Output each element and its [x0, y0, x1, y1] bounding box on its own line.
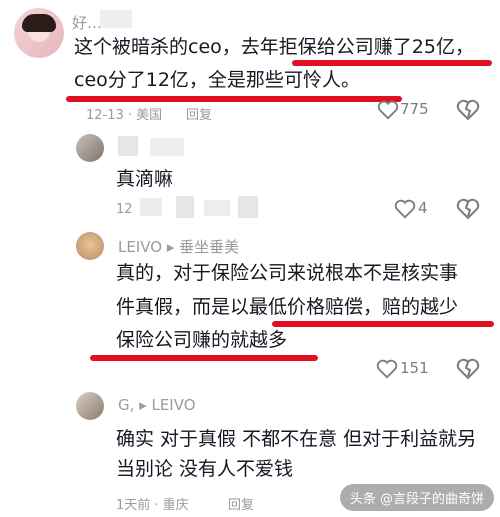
dislike-icon[interactable] — [456, 358, 480, 380]
username-blur — [150, 138, 184, 156]
heart-icon[interactable] — [377, 100, 399, 120]
comment-text-line: 这个被暗杀的ceo，去年拒保给公司赚了25亿， — [74, 36, 474, 58]
heart-icon[interactable] — [394, 199, 416, 219]
avatar[interactable] — [76, 134, 104, 162]
watermark-text: 头条 @言段子的曲奇饼 — [349, 492, 484, 507]
comment-meta: 1天前 · 重庆 — [116, 498, 189, 513]
highlight-underline — [90, 355, 318, 361]
avatar[interactable] — [76, 232, 104, 260]
comment-meta: 12 — [116, 202, 133, 217]
highlight-underline — [292, 60, 492, 66]
like-count: 4 — [418, 199, 428, 217]
comment-text-line: 真滴嘛 — [116, 168, 174, 190]
meta-blur — [204, 200, 230, 216]
like-count: 775 — [400, 100, 429, 118]
comment-username[interactable]: LEIVO ▸ 垂坐垂美 — [118, 236, 239, 257]
highlight-underline — [272, 321, 494, 327]
dislike-icon[interactable] — [456, 99, 480, 121]
reply-button[interactable]: 回复 — [228, 494, 254, 513]
dislike-icon[interactable] — [456, 198, 480, 220]
comment-text-line: 确实 对于真假 不都不在意 但对于利益就另 — [116, 428, 477, 450]
username-blur — [100, 10, 132, 28]
meta-blur — [176, 196, 194, 218]
comment-text-line: 当别论 没有人不爱钱 — [116, 458, 294, 480]
highlight-underline — [66, 96, 402, 102]
username-blur — [118, 136, 138, 156]
comment-text-line: 保险公司赚的就越多 — [116, 329, 288, 351]
comment-text-line: 件真假，而是以最低价格赔偿，赔的越少 — [116, 296, 459, 318]
comment-meta: 12-13 · 美国 — [86, 108, 163, 123]
meta-blur — [140, 198, 162, 216]
comment-text-line: 真的，对于保险公司来说根本不是核实事 — [116, 262, 459, 284]
meta-blur — [238, 196, 258, 218]
heart-icon[interactable] — [376, 359, 398, 379]
watermark: 头条 @言段子的曲奇饼 — [339, 484, 494, 511]
avatar[interactable] — [76, 392, 104, 420]
comment-username[interactable]: 好… — [72, 12, 102, 33]
avatar[interactable] — [14, 8, 64, 58]
like-count: 151 — [400, 359, 429, 377]
reply-button[interactable]: 回复 — [186, 104, 212, 123]
comment-text-line: ceo分了12亿，全是那些可怜人。 — [74, 69, 360, 91]
comment-username[interactable]: G, ▸ LEIVO — [118, 396, 196, 414]
